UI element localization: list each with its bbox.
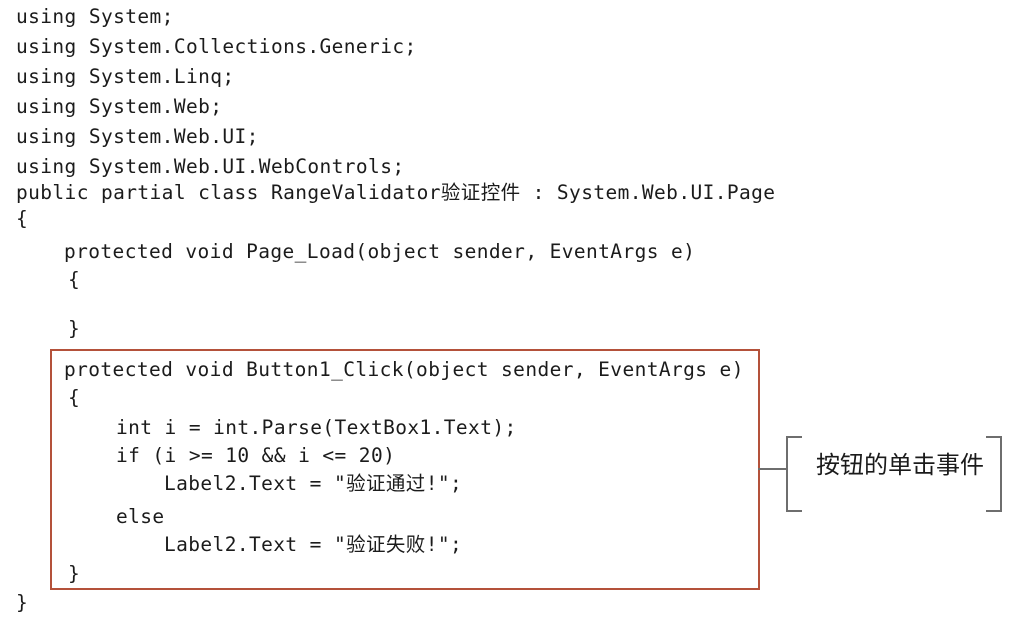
code-line-class-close-brace: } [16, 591, 29, 614]
code-line-page-load-close-brace: } [68, 317, 81, 340]
annotation-label: 按钮的单击事件 [816, 451, 984, 479]
code-line-class-declaration: public partial class RangeValidator验证控件 … [16, 181, 776, 204]
code-line-class-open-brace: { [16, 207, 29, 230]
code-line-page-load-open-brace: { [68, 268, 81, 291]
annotation-callout: 按钮的单击事件 [758, 432, 1020, 518]
code-line-using-system: using System; [16, 5, 174, 28]
annotation-leader-line [758, 468, 788, 470]
code-line-using-web-ui: using System.Web.UI; [16, 125, 259, 148]
code-line-page-load-signature: protected void Page_Load(object sender, … [64, 240, 696, 263]
annotation-bracket-left-icon [786, 436, 802, 512]
code-listing-page: using System; using System.Collections.G… [0, 0, 1030, 620]
code-line-using-linq: using System.Linq; [16, 65, 235, 88]
code-line-using-web: using System.Web; [16, 95, 223, 118]
code-line-using-collections-generic: using System.Collections.Generic; [16, 35, 417, 58]
code-line-using-web-ui-webcontrols: using System.Web.UI.WebControls; [16, 155, 405, 178]
button-click-handler-highlight-box [50, 349, 760, 590]
